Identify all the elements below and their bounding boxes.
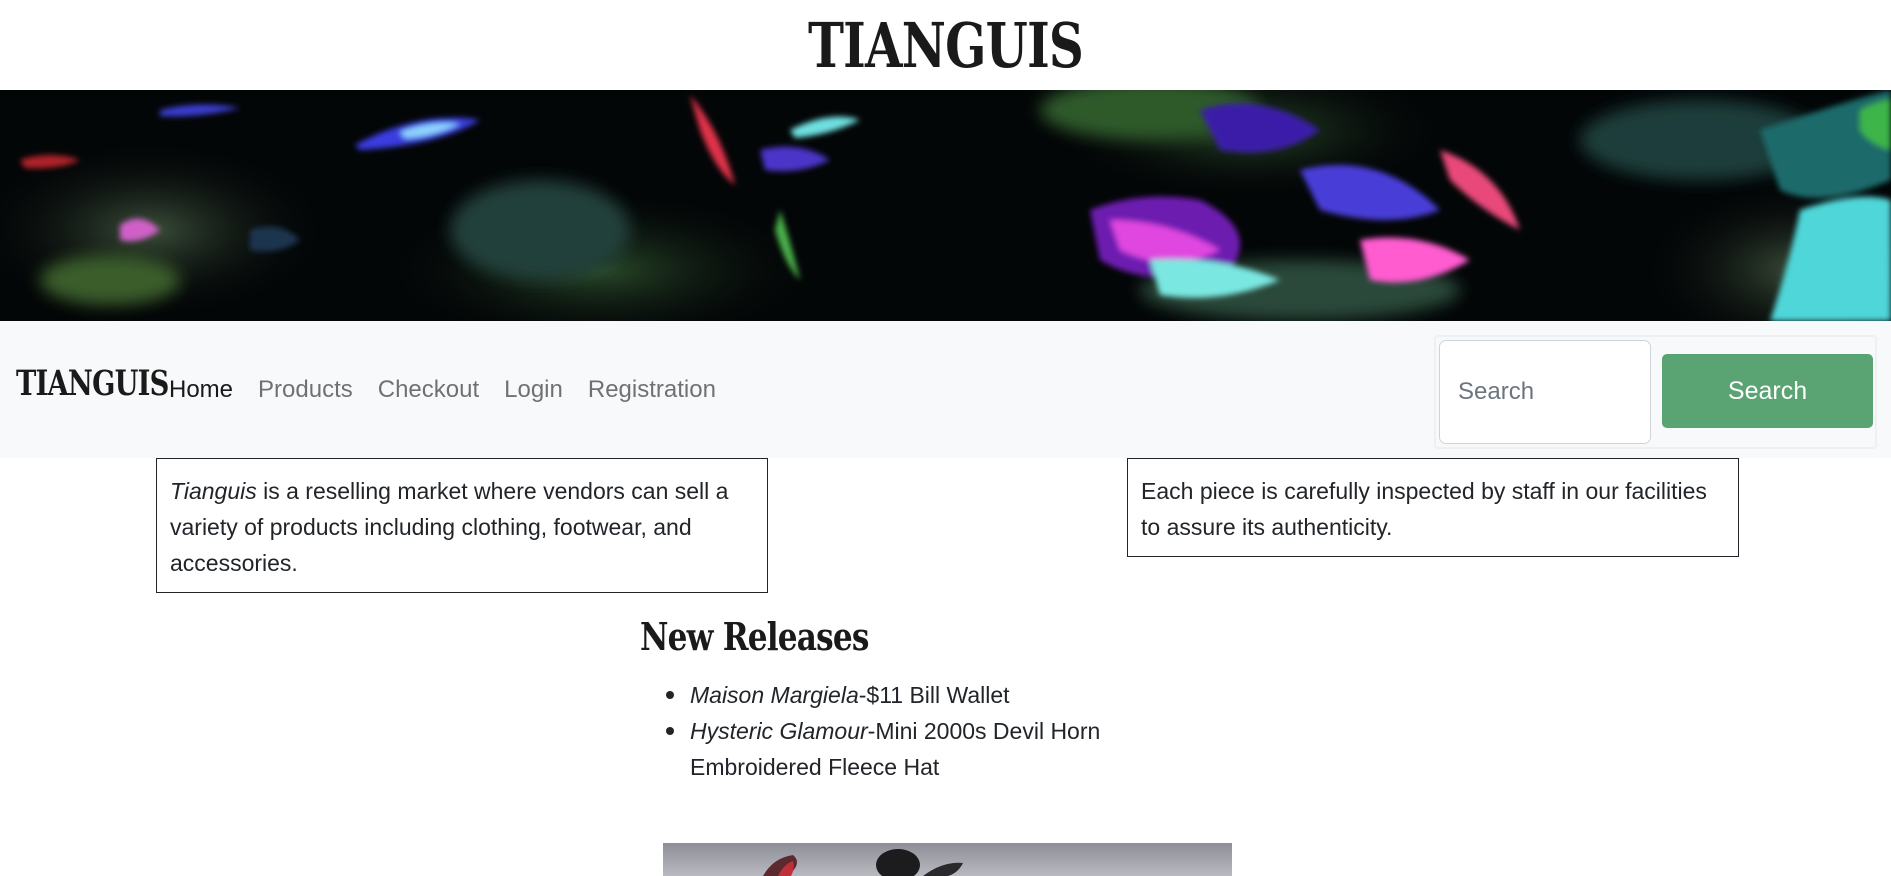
hero-banner-image xyxy=(0,90,1891,321)
list-item: Hysteric Glamour-Mini 2000s Devil Horn E… xyxy=(666,713,1150,785)
main-navbar: TIANGUIS Home Products Checkout Login Re… xyxy=(0,321,1891,458)
nav-link-login[interactable]: Login xyxy=(504,376,563,404)
bullet-icon xyxy=(666,691,674,699)
release-brand: Maison Margiela xyxy=(690,682,859,708)
authenticity-description: Each piece is carefully inspected by sta… xyxy=(1141,478,1707,540)
authenticity-info-box: Each piece is carefully inspected by sta… xyxy=(1127,458,1739,557)
nav-links: Home Products Checkout Login Registratio… xyxy=(169,376,716,404)
bullet-icon xyxy=(666,727,674,735)
search-input[interactable] xyxy=(1439,340,1651,444)
about-brand-name: Tianguis xyxy=(170,478,257,504)
search-form: Search xyxy=(1434,335,1877,449)
site-title: TIANGUIS xyxy=(807,8,1084,82)
nav-link-home[interactable]: Home xyxy=(169,376,233,404)
search-button[interactable]: Search xyxy=(1662,354,1873,428)
release-product-name: -$11 Bill Wallet xyxy=(858,682,1010,708)
nav-link-checkout[interactable]: Checkout xyxy=(378,376,479,404)
nav-link-products[interactable]: Products xyxy=(258,376,353,404)
list-item: Maison Margiela-$11 Bill Wallet xyxy=(666,677,1150,713)
product-image xyxy=(663,843,1232,876)
banner-abstract-art xyxy=(0,90,1891,321)
release-brand: Hysteric Glamour xyxy=(690,718,868,744)
new-releases-list: Maison Margiela-$11 Bill Wallet Hysteric… xyxy=(666,677,1150,785)
about-info-box: Tianguis is a reselling market where ven… xyxy=(156,458,768,593)
nav-link-registration[interactable]: Registration xyxy=(588,376,716,404)
product-photo-art xyxy=(763,849,963,876)
navbar-brand-logo[interactable]: TIANGUIS xyxy=(16,363,169,404)
new-releases-heading: New Releases xyxy=(640,614,869,659)
